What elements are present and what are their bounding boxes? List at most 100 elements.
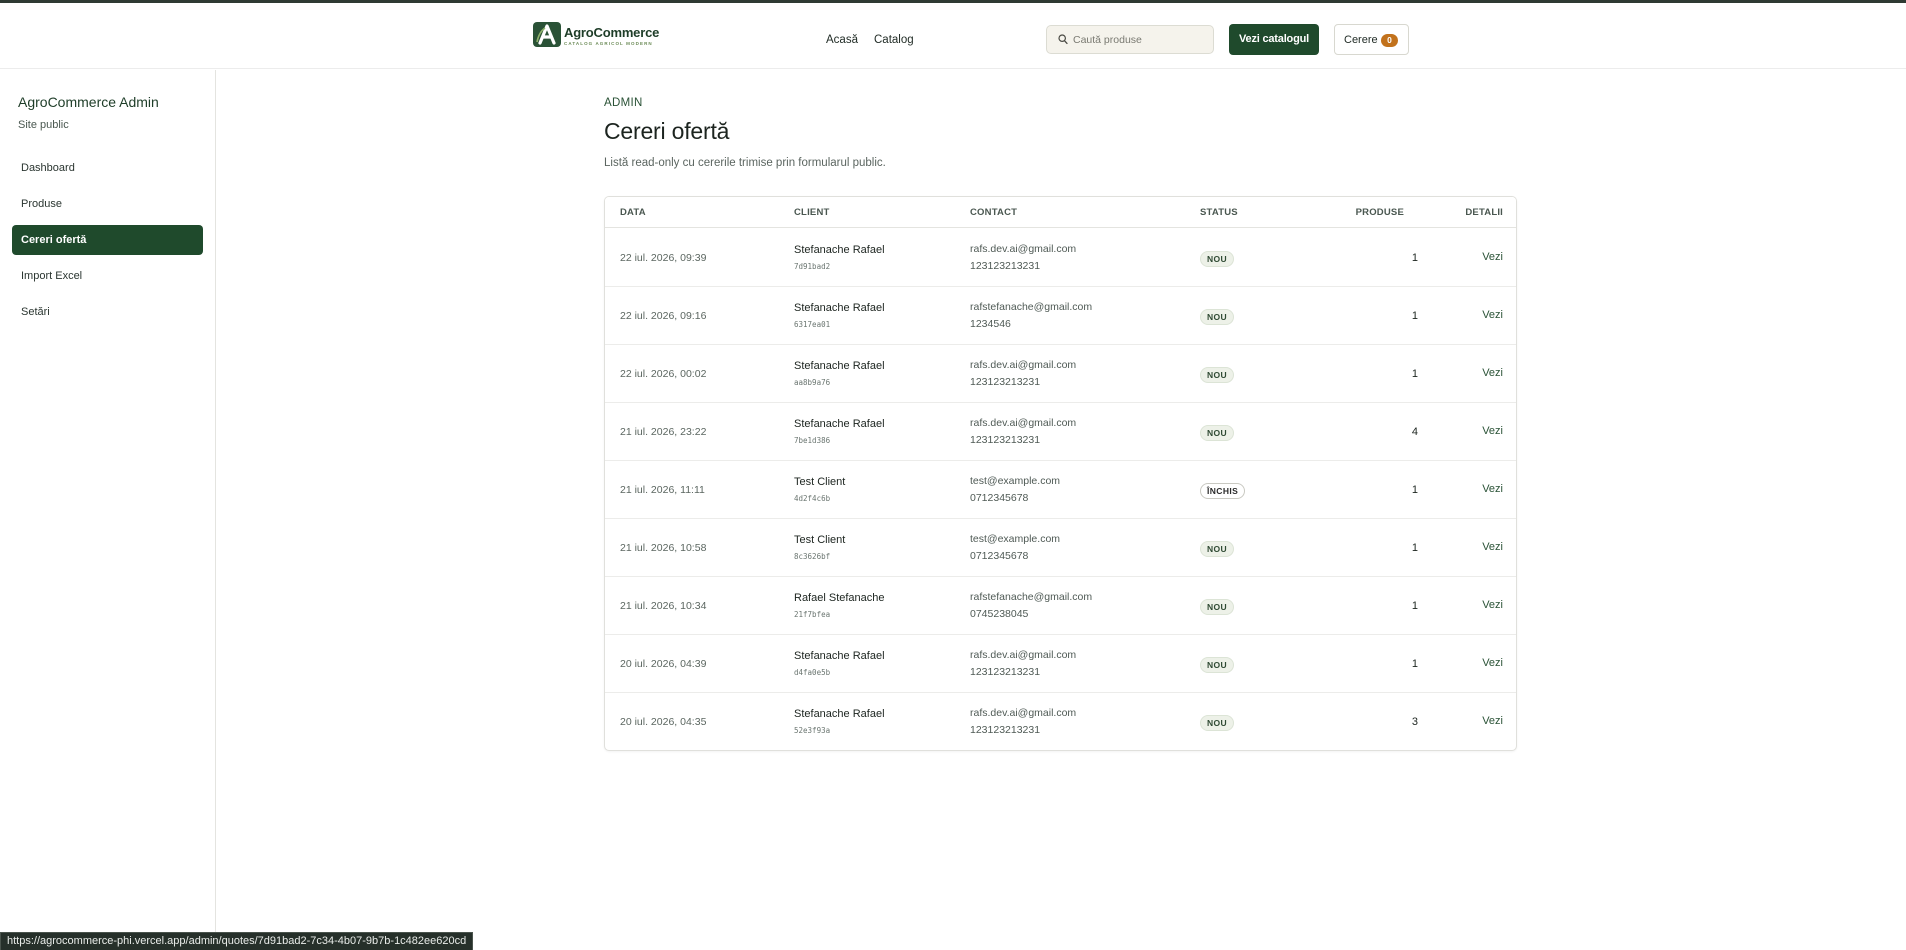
status-badge: NOU [1200,367,1235,383]
quote-date: 21 iul. 2026, 10:34 [620,600,707,612]
quote-date: 20 iul. 2026, 04:35 [620,716,707,728]
client-name: Stefanache Rafael [794,360,885,372]
contact-email: rafstefanache@gmail.com [970,301,1093,313]
contact-phone: 123123213231 [970,666,1041,678]
client-name: Rafael Stefanache [794,592,885,604]
contact-email: rafs.dev.ai@gmail.com [970,359,1077,371]
quote-id: 6317ea01 [794,320,831,329]
status-badge: NOU [1200,309,1235,325]
products-count: 1 [1411,600,1418,612]
search-input[interactable] [1073,32,1209,48]
quote-id: 7d91bad2 [794,262,831,271]
column-header-date: DATA [620,207,646,218]
quote-date: 21 iul. 2026, 23:22 [620,426,707,438]
search-icon [1058,34,1068,45]
products-count: 1 [1411,310,1418,322]
contact-phone: 123123213231 [970,434,1041,446]
contact-phone: 123123213231 [970,376,1041,388]
sidebar-item-quote-requests[interactable]: Cereri ofertă [12,225,203,255]
logo-mark-icon [533,22,561,47]
view-details-link[interactable]: Vezi [1482,367,1503,379]
column-header-products: PRODUSE [1355,207,1404,218]
products-count: 1 [1411,658,1418,670]
page-eyebrow: ADMIN [604,97,643,109]
search-box[interactable] [1046,25,1214,54]
view-details-link[interactable]: Vezi [1482,483,1503,495]
status-badge: NOU [1200,251,1235,267]
quote-request-label: Cerere [1344,34,1378,46]
client-name: Stefanache Rafael [794,244,885,256]
products-count: 1 [1411,252,1418,264]
view-details-link[interactable]: Vezi [1482,715,1503,727]
products-count: 3 [1411,716,1418,728]
admin-sidebar: AgroCommerce Admin Site public Dashboard… [0,70,216,950]
status-badge: NOU [1200,541,1235,557]
client-name: Stefanache Rafael [794,418,885,430]
table-header: DATA CLIENT CONTACT STATUS PRODUSE DETAL… [605,197,1516,228]
quote-id: 52e3f93a [794,726,831,735]
table-row[interactable]: 22 iul. 2026, 09:16 Stefanache Rafael 6317… [605,287,1516,345]
sidebar-item-import-excel[interactable]: Import Excel [12,261,203,291]
column-header-client: CLIENT [794,207,830,218]
table-row[interactable]: 21 iul. 2026, 23:22 Stefanache Rafael 7be1… [605,403,1516,461]
sidebar-item-dashboard[interactable]: Dashboard [12,153,203,183]
table-row[interactable]: 21 iul. 2026, 10:58 Test Client 8c3626bf te… [605,519,1516,577]
page-title: Cereri ofertă [604,118,730,144]
view-details-link[interactable]: Vezi [1482,251,1503,263]
table-row[interactable]: 20 iul. 2026, 04:39 Stefanache Rafael d4fa… [605,635,1516,693]
column-header-details: DETALII [1465,207,1503,218]
products-count: 1 [1411,368,1418,380]
contact-email: rafs.dev.ai@gmail.com [970,417,1077,429]
products-count: 1 [1411,484,1418,496]
table-row[interactable]: 21 iul. 2026, 10:34 Rafael Stefanache 21f7… [605,577,1516,635]
view-details-link[interactable]: Vezi [1482,599,1503,611]
status-badge: NOU [1200,599,1235,615]
contact-phone: 1234546 [970,318,1011,330]
quote-date: 21 iul. 2026, 11:11 [620,484,705,496]
contact-email: rafstefanache@gmail.com [970,591,1093,603]
contact-phone: 0712345678 [970,492,1029,504]
view-catalog-button[interactable]: Vezi catalogul [1229,24,1319,55]
quote-request-button[interactable]: Cerere 0 [1334,24,1409,55]
column-header-status: STATUS [1200,207,1238,218]
view-details-link[interactable]: Vezi [1482,541,1503,553]
sidebar-item-products[interactable]: Produse [12,189,203,219]
table-row[interactable]: 20 iul. 2026, 04:35 Stefanache Rafael 52e3… [605,693,1516,750]
quote-date: 21 iul. 2026, 10:58 [620,542,707,554]
view-details-link[interactable]: Vezi [1482,425,1503,437]
status-badge: NOU [1200,657,1235,673]
quote-id: aa8b9a76 [794,378,831,387]
contact-email: test@example.com [970,475,1061,487]
quote-id: 21f7bfea [794,610,831,619]
view-details-link[interactable]: Vezi [1482,309,1503,321]
public-site-link[interactable]: Site public [18,119,69,131]
page-description: Listă read-only cu cererile trimise prin… [604,157,886,169]
client-name: Stefanache Rafael [794,302,885,314]
quote-id: 8c3626bf [794,552,831,561]
table-row[interactable]: 22 iul. 2026, 09:39 Stefanache Rafael 7d91… [605,229,1516,287]
sidebar-title: AgroCommerce Admin [18,94,159,110]
contact-email: test@example.com [970,533,1061,545]
products-count: 1 [1411,542,1418,554]
quote-date: 22 iul. 2026, 09:39 [620,252,707,264]
client-name: Stefanache Rafael [794,708,885,720]
nav-link-home[interactable]: Acasă [826,34,858,46]
contact-phone: 0712345678 [970,550,1029,562]
products-count: 4 [1411,426,1418,438]
table-row[interactable]: 22 iul. 2026, 00:02 Stefanache Rafael aa8b… [605,345,1516,403]
status-badge: NOU [1200,715,1235,731]
client-name: Test Client [794,476,846,488]
quote-date: 20 iul. 2026, 04:39 [620,658,707,670]
client-name: Test Client [794,534,846,546]
nav-link-catalog[interactable]: Catalog [874,34,914,46]
contact-phone: 123123213231 [970,724,1041,736]
client-name: Stefanache Rafael [794,650,885,662]
quote-date: 22 iul. 2026, 09:16 [620,310,707,322]
brand-logo[interactable]: AgroCommerce CATALOG AGRICOL MODERN [533,22,659,50]
sidebar-item-settings[interactable]: Setări [12,297,203,327]
contact-phone: 0745238045 [970,608,1029,620]
quote-count-badge: 0 [1381,34,1398,47]
view-details-link[interactable]: Vezi [1482,657,1503,669]
table-row[interactable]: 21 iul. 2026, 11:11 Test Client 4d2f4c6b te… [605,461,1516,519]
browser-status-url: https://agrocommerce-phi.vercel.app/admi… [0,932,474,950]
